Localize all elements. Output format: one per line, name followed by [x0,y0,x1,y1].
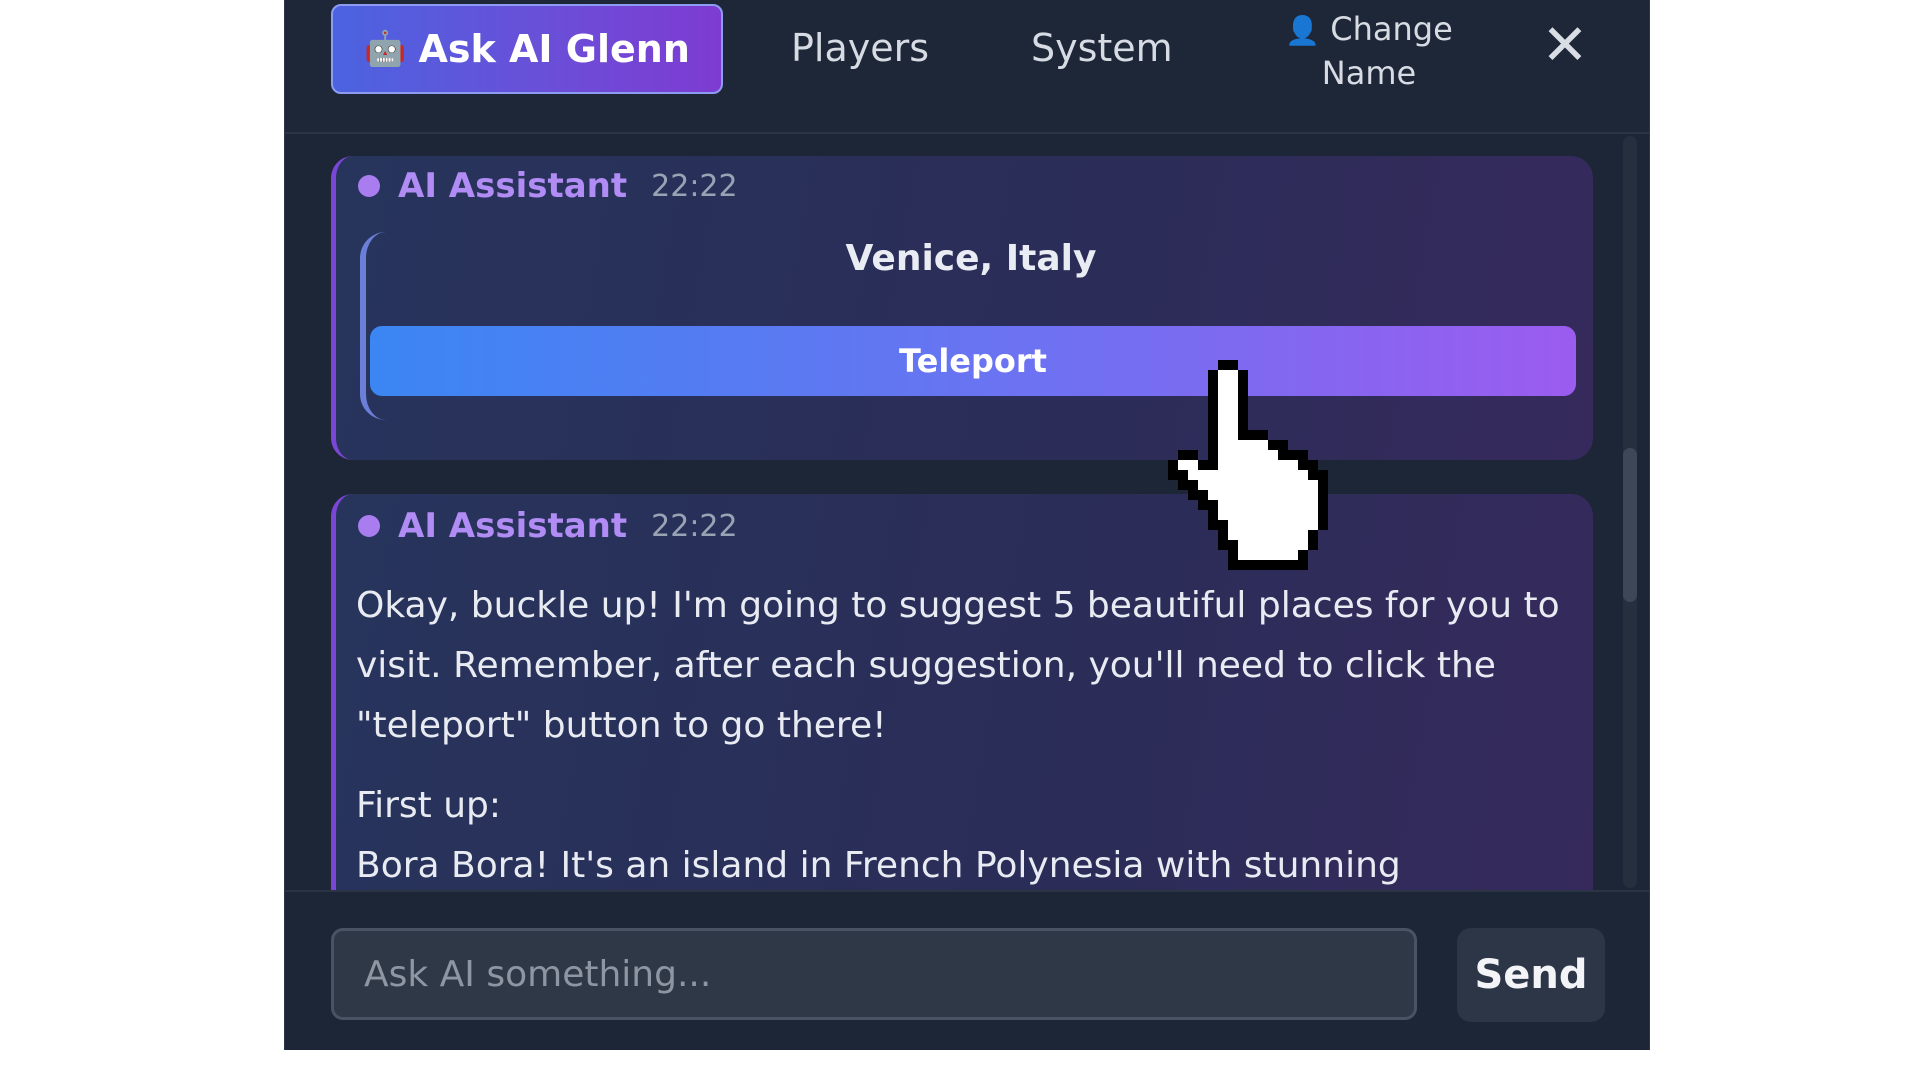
tab-ask-ai-glenn-label: Ask AI Glenn [418,27,690,71]
location-title: Venice, Italy [845,238,1097,279]
send-button[interactable]: Send [1457,928,1605,1022]
robot-icon: 🤖 [364,29,407,69]
message-body: Okay, buckle up! I'm going to suggest 5 … [356,576,1576,890]
teleport-button[interactable]: Teleport [370,326,1576,396]
ask-ai-input[interactable] [331,928,1417,1020]
tab-bar: 🤖 Ask AI Glenn Players System 👤 Change N… [285,0,1649,134]
message-item: AI Assistant 22:22 Okay, buckle up! I'm … [331,494,1593,890]
message-paragraph: Okay, buckle up! I'm going to suggest 5 … [356,585,1560,746]
scrollbar-thumb[interactable] [1623,448,1637,602]
status-dot-icon [358,175,380,197]
message-paragraph: First up: [356,785,502,826]
tab-system[interactable]: System [1031,26,1173,70]
tab-players[interactable]: Players [791,26,929,70]
message-sender: AI Assistant [398,506,628,546]
hand-pointer-icon [1168,360,1328,570]
message-time: 22:22 [651,508,738,544]
input-bar: Send [285,890,1649,1050]
person-icon: 👤 [1285,14,1321,47]
close-icon[interactable]: ✕ [1539,18,1591,74]
status-dot-icon [358,515,380,537]
tab-change-name[interactable]: 👤 Change Name [1269,8,1469,94]
location-card: Venice, Italy Teleport [360,232,1576,420]
tab-change-name-line1: Change [1330,10,1453,48]
message-header: AI Assistant 22:22 [358,506,738,546]
chat-panel: 🤖 Ask AI Glenn Players System 👤 Change N… [284,0,1650,1050]
scrollbar[interactable] [1623,136,1637,888]
message-sender: AI Assistant [398,166,628,206]
message-paragraph: Bora Bora! It's an island in French Poly… [356,845,1401,886]
message-time: 22:22 [651,168,738,204]
message-item: AI Assistant 22:22 Venice, Italy Telepor… [331,156,1593,460]
tab-ask-ai-glenn[interactable]: 🤖 Ask AI Glenn [331,4,723,94]
message-list: AI Assistant 22:22 Venice, Italy Telepor… [285,134,1649,890]
message-header: AI Assistant 22:22 [358,166,738,206]
tab-change-name-line2: Name [1321,54,1417,92]
